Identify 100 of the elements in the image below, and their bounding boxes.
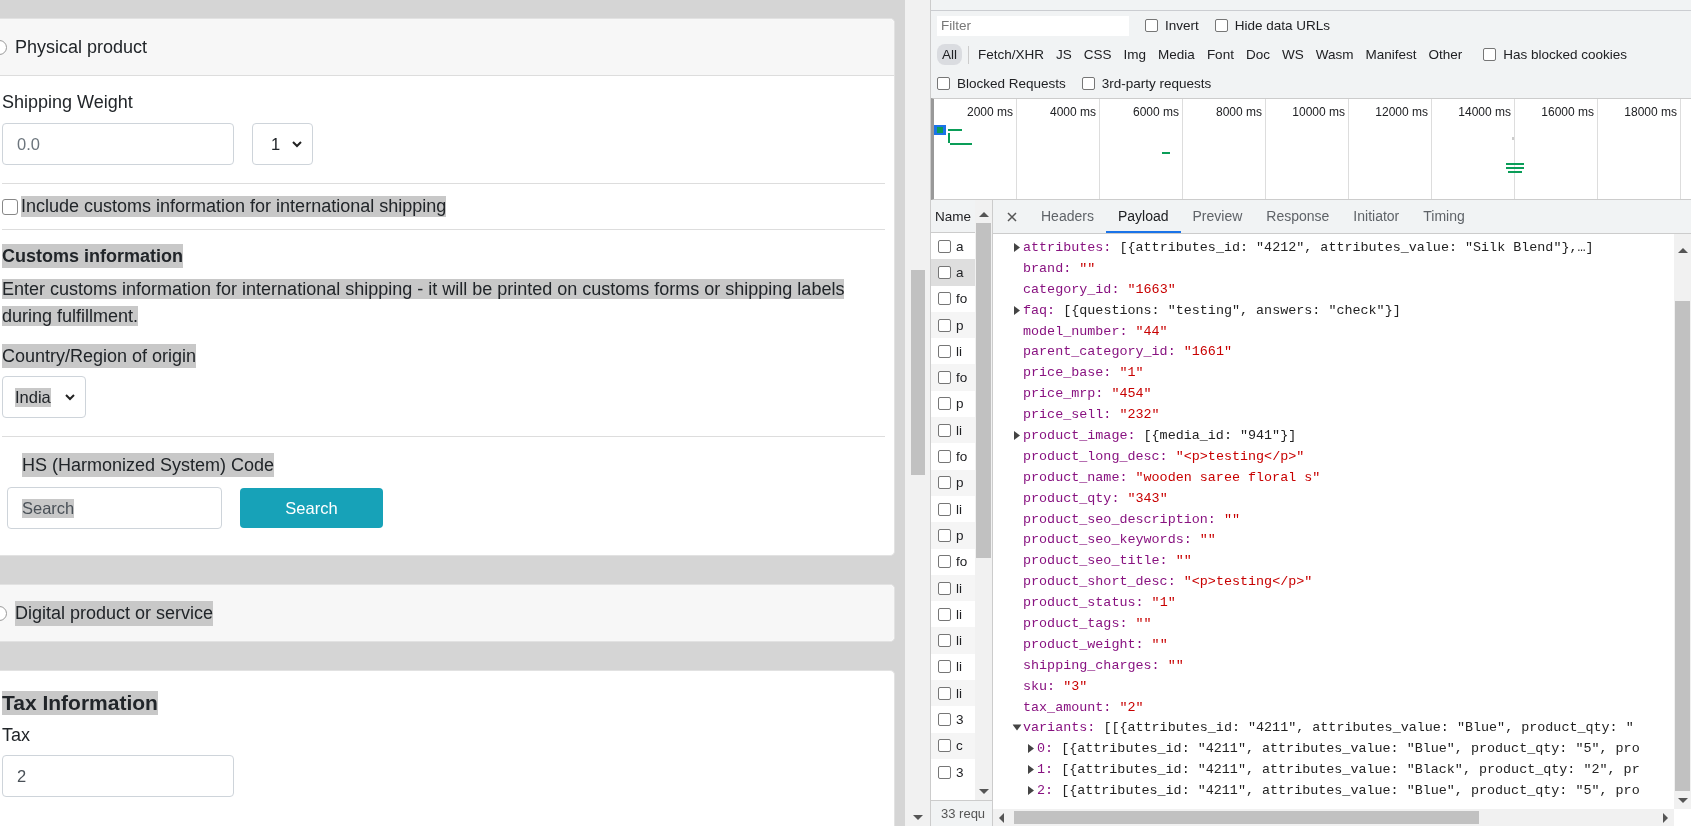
type-filter[interactable]: Font [1201, 44, 1239, 65]
chevron-down-icon [64, 393, 75, 401]
payload-line: tax_amount: "2" [1023, 699, 1144, 715]
scroll-right-icon[interactable] [1663, 812, 1668, 823]
type-filter[interactable]: Manifest [1360, 44, 1422, 65]
scroll-down-icon[interactable] [1677, 798, 1688, 803]
type-filter[interactable]: All [937, 44, 962, 65]
payload-line: 2: [{attributes_id: "4211", attributes_value: "Blue", product_qty: "5", pro [1037, 783, 1640, 799]
field-label: HS (Harmonized System) Code [22, 453, 275, 477]
tax-input[interactable]: 2 [2, 755, 234, 797]
field-label: Tax [2, 724, 30, 747]
scrollbar-thumb[interactable] [911, 270, 925, 475]
scroll-down-icon[interactable] [913, 815, 923, 820]
request-row[interactable]: 3 [931, 706, 975, 733]
type-filter[interactable]: Wasm [1310, 44, 1359, 65]
request-row[interactable]: p [931, 390, 975, 418]
scrollbar[interactable] [993, 809, 1674, 826]
payload-line: category_id: "1663" [1023, 281, 1176, 297]
type-filter[interactable]: Doc [1240, 44, 1275, 65]
type-filter[interactable]: Fetch/XHR [973, 44, 1050, 65]
payload-line: product_long_desc: "<p>testing</p>" [1023, 448, 1305, 464]
tab[interactable]: Headers [1029, 200, 1106, 233]
search-field[interactable]: Search [7, 487, 222, 529]
time-tick: 10000 ms [1292, 105, 1345, 119]
section-heading: Customs information [2, 244, 183, 268]
tab[interactable]: Payload [1105, 200, 1181, 233]
tab[interactable]: Timing [1411, 200, 1477, 233]
type-filter[interactable]: Img [1118, 44, 1152, 65]
scroll-down-icon[interactable] [978, 789, 989, 794]
tab[interactable]: Preview [1180, 200, 1255, 233]
request-row[interactable]: 3 [931, 758, 975, 786]
type-filter[interactable]: WS [1276, 44, 1309, 65]
checkbox-option[interactable]: Blocked Requests [937, 76, 1066, 91]
request-row[interactable]: p [931, 311, 975, 339]
expand-arrow-icon[interactable] [1027, 765, 1035, 775]
time-tick: 4000 ms [1049, 105, 1096, 119]
option-label: Digital product or service [15, 600, 214, 626]
scrollbar-thumb[interactable] [1014, 811, 1479, 824]
expand-arrow-icon[interactable] [1027, 744, 1035, 754]
request-row[interactable]: li [931, 338, 975, 365]
request-row[interactable]: fo [931, 443, 975, 470]
scrollbar-thumb[interactable] [1675, 301, 1690, 791]
expand-arrow-icon[interactable] [1027, 786, 1035, 796]
request-row[interactable]: li [931, 680, 975, 707]
payload-line: product_seo_keywords: "" [1023, 532, 1216, 548]
expand-arrow-icon[interactable] [1012, 723, 1022, 732]
scroll-up-icon[interactable] [1677, 248, 1688, 253]
type-filter[interactable]: Media [1153, 44, 1200, 65]
type-filter[interactable]: Other [1423, 44, 1468, 65]
unit-select[interactable]: 1 [252, 123, 314, 165]
request-row[interactable]: li [931, 601, 975, 628]
request-row[interactable]: fo [931, 548, 975, 575]
time-tick: 14000 ms [1458, 105, 1511, 119]
request-row[interactable]: li [931, 417, 975, 444]
scrollbar[interactable] [905, 0, 930, 826]
scroll-left-icon[interactable] [999, 812, 1004, 823]
checkbox-option[interactable]: Invert [1145, 18, 1199, 33]
request-row[interactable]: fo [931, 364, 975, 391]
field-label: Shipping Weight [2, 91, 133, 114]
payload-line: sku: "3" [1023, 678, 1088, 694]
request-row[interactable]: li [931, 574, 975, 602]
payload-line: product_seo_title: "" [1023, 553, 1192, 569]
request-row[interactable]: li [931, 653, 975, 681]
scroll-up-icon[interactable] [978, 212, 989, 217]
expand-arrow-icon[interactable] [1013, 242, 1021, 252]
time-tick: 16000 ms [1541, 105, 1594, 119]
tab[interactable]: Initiator [1341, 200, 1412, 233]
request-row[interactable]: p [931, 522, 975, 549]
payload-line: product_seo_description: "" [1023, 511, 1240, 527]
request-row[interactable]: c [931, 732, 975, 759]
payload-line: price_base: "1" [1023, 365, 1144, 381]
payload-line: price_sell: "232" [1023, 407, 1160, 423]
weight-input[interactable]: 0.0 [2, 123, 234, 165]
request-row[interactable]: p [931, 469, 975, 496]
tab[interactable]: Response [1254, 200, 1342, 233]
request-row[interactable]: fo [931, 285, 975, 312]
expand-arrow-icon[interactable] [1013, 305, 1021, 315]
type-filter[interactable]: CSS [1078, 44, 1117, 65]
request-row[interactable]: a [931, 233, 975, 260]
time-tick: 12000 ms [1375, 105, 1428, 119]
filter-field[interactable]: Filter [937, 15, 1129, 36]
request-row[interactable]: li [931, 627, 975, 654]
scrollbar-thumb[interactable] [976, 223, 991, 558]
type-filter[interactable]: JS [1051, 44, 1077, 65]
checkbox-option[interactable]: Has blocked cookies [1483, 47, 1628, 62]
expand-arrow-icon[interactable] [1013, 430, 1021, 440]
checkbox[interactable] [2, 198, 18, 215]
time-tick: 18000 ms [1624, 105, 1677, 119]
field-label: Country/Region of origin [2, 344, 197, 368]
country-select[interactable]: India [2, 376, 86, 418]
checkbox-option[interactable]: Hide data URLs [1214, 18, 1331, 33]
scrollbar[interactable] [1674, 234, 1691, 809]
payload-line: product_qty: "343" [1023, 490, 1168, 506]
payload-line: model_number: "44" [1023, 323, 1168, 339]
checkbox-option[interactable]: 3rd-party requests [1081, 76, 1212, 91]
close-icon[interactable] [1007, 211, 1017, 222]
request-row[interactable]: a [931, 259, 975, 286]
status-text: 33 requ [931, 800, 992, 826]
payload-line: product_name: "wooden saree floral s" [1023, 469, 1321, 485]
request-row[interactable]: li [931, 495, 975, 523]
